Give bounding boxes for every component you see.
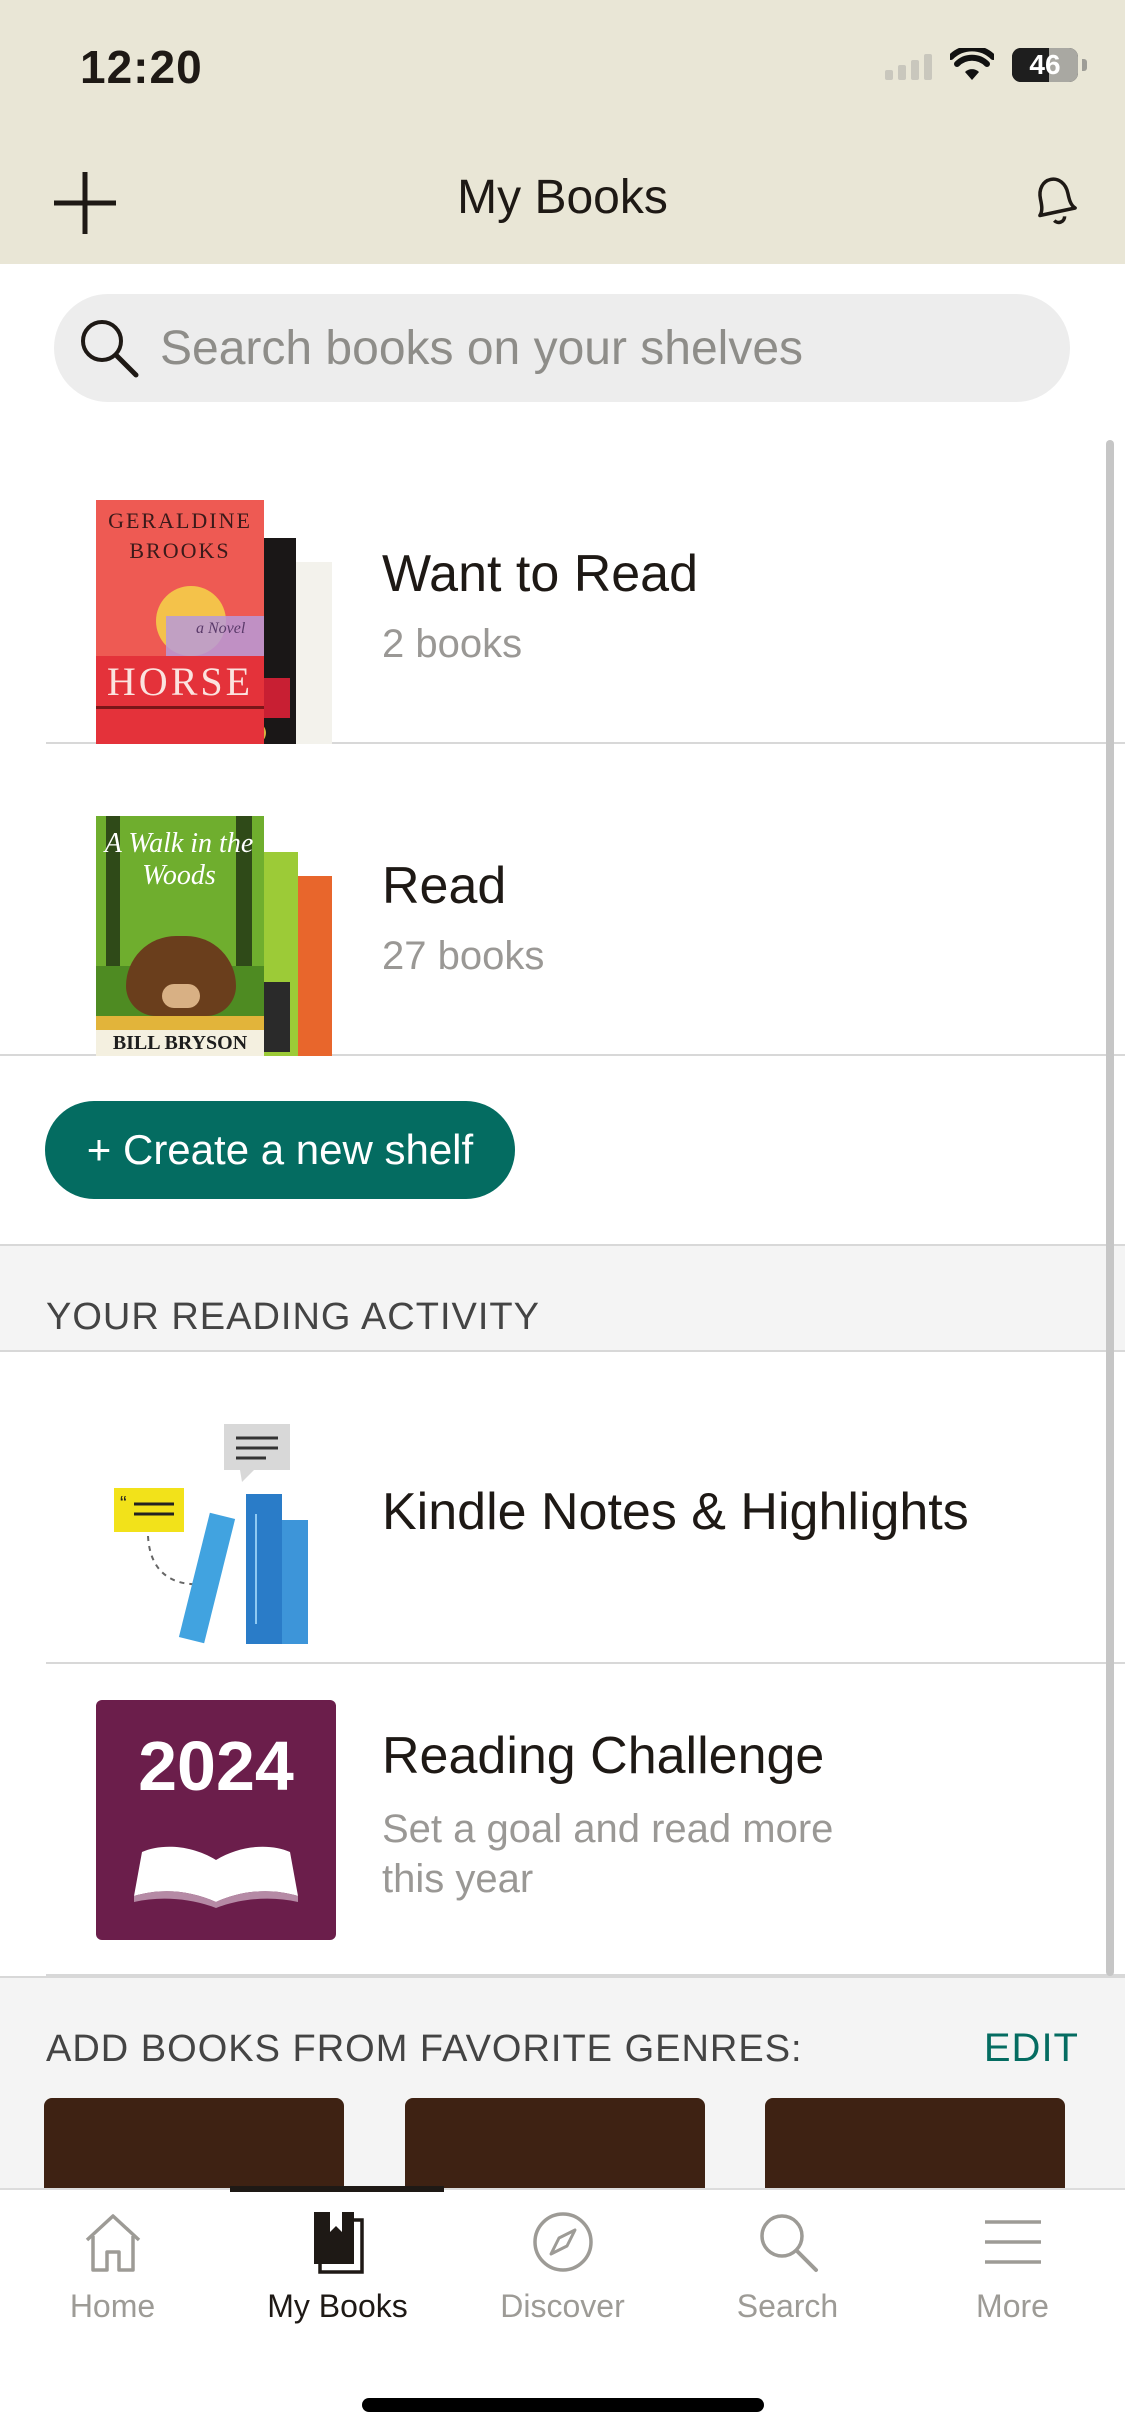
shelf-covers: A Walk in the Woods BILL BRYSON	[96, 816, 356, 1056]
tab-label: More	[976, 2288, 1049, 2324]
page-title: My Books	[457, 171, 668, 224]
svg-text:“: “	[120, 1493, 127, 1515]
tab-home[interactable]: Home	[0, 2210, 225, 2360]
section-title: YOUR READING ACTIVITY	[46, 1296, 540, 1338]
tab-label: Search	[736, 2288, 839, 2324]
shelf-count: 27 books	[382, 934, 545, 978]
activity-subtitle: Set a goal and read more this year	[382, 1807, 834, 1901]
header: 12:20 46 My Books	[0, 0, 1125, 264]
search-bar[interactable]	[54, 294, 1070, 402]
my-books-icon	[313, 2212, 364, 2274]
genre-card[interactable]	[405, 2098, 705, 2192]
status-time: 12:20	[80, 41, 203, 93]
activity-title: Kindle Notes & Highlights	[382, 1483, 969, 1541]
search-input[interactable]	[160, 320, 1040, 376]
open-book-icon	[134, 1846, 298, 1908]
shelf-count: 2 books	[382, 622, 523, 666]
tab-discover[interactable]: Discover	[450, 2210, 675, 2360]
reading-challenge-badge: 2024	[96, 1700, 336, 1940]
shelf-name: Read	[382, 857, 507, 915]
status-icons: 46	[885, 48, 1087, 82]
reading-activity-header: YOUR READING ACTIVITY	[0, 1244, 1125, 1352]
battery-icon: 46	[1012, 48, 1078, 82]
home-indicator[interactable]	[362, 2398, 764, 2412]
home-icon	[85, 2214, 140, 2272]
tab-label: Discover	[500, 2288, 625, 2324]
menu-icon	[984, 2220, 1041, 2264]
search-icon	[759, 2214, 818, 2272]
notification-bell-icon[interactable]	[1023, 168, 1087, 232]
cellular-signal-icon	[885, 50, 932, 80]
activity-title: Reading Challenge	[382, 1727, 825, 1785]
shelf-covers: GERALDINE BROOKS a Novel HORSE	[96, 500, 356, 744]
kindle-notes-row[interactable]: “ Kindle Notes & Highlights	[46, 1352, 1125, 1664]
book-cover-horse: GERALDINE BROOKS a Novel HORSE	[96, 500, 264, 744]
shelf-name: Want to Read	[382, 545, 699, 603]
wifi-icon	[950, 48, 994, 80]
create-shelf-button[interactable]: + Create a new shelf	[45, 1101, 515, 1199]
kindle-notes-icon: “	[114, 1424, 308, 1644]
genre-card[interactable]	[44, 2098, 344, 2192]
scrollbar[interactable]	[1106, 440, 1114, 1976]
compass-icon	[532, 2212, 593, 2272]
reading-challenge-row[interactable]: 2024 Reading Challenge Set a goal and re…	[46, 1664, 1125, 1976]
tab-my-books[interactable]: My Books	[225, 2210, 450, 2360]
book-cover-walk-in-woods: A Walk in the Woods BILL BRYSON	[96, 816, 264, 1056]
tab-label: Home	[69, 2288, 156, 2324]
tab-search[interactable]: Search	[675, 2210, 900, 2360]
edit-genres-button[interactable]: EDIT	[984, 2026, 1079, 2071]
section-title: ADD BOOKS FROM FAVORITE GENRES:	[46, 2028, 803, 2070]
active-tab-indicator	[230, 2186, 444, 2192]
genre-card[interactable]	[765, 2098, 1065, 2192]
tab-label: My Books	[267, 2288, 408, 2324]
battery-level: 46	[1029, 49, 1061, 80]
search-icon	[81, 320, 139, 378]
tab-more[interactable]: More	[900, 2210, 1125, 2360]
shelf-read[interactable]: A Walk in the Woods BILL BRYSON Read 27 …	[0, 744, 1125, 1056]
shelf-want-to-read[interactable]: GERALDINE BROOKS a Novel HORSE Want to R…	[46, 432, 1125, 744]
